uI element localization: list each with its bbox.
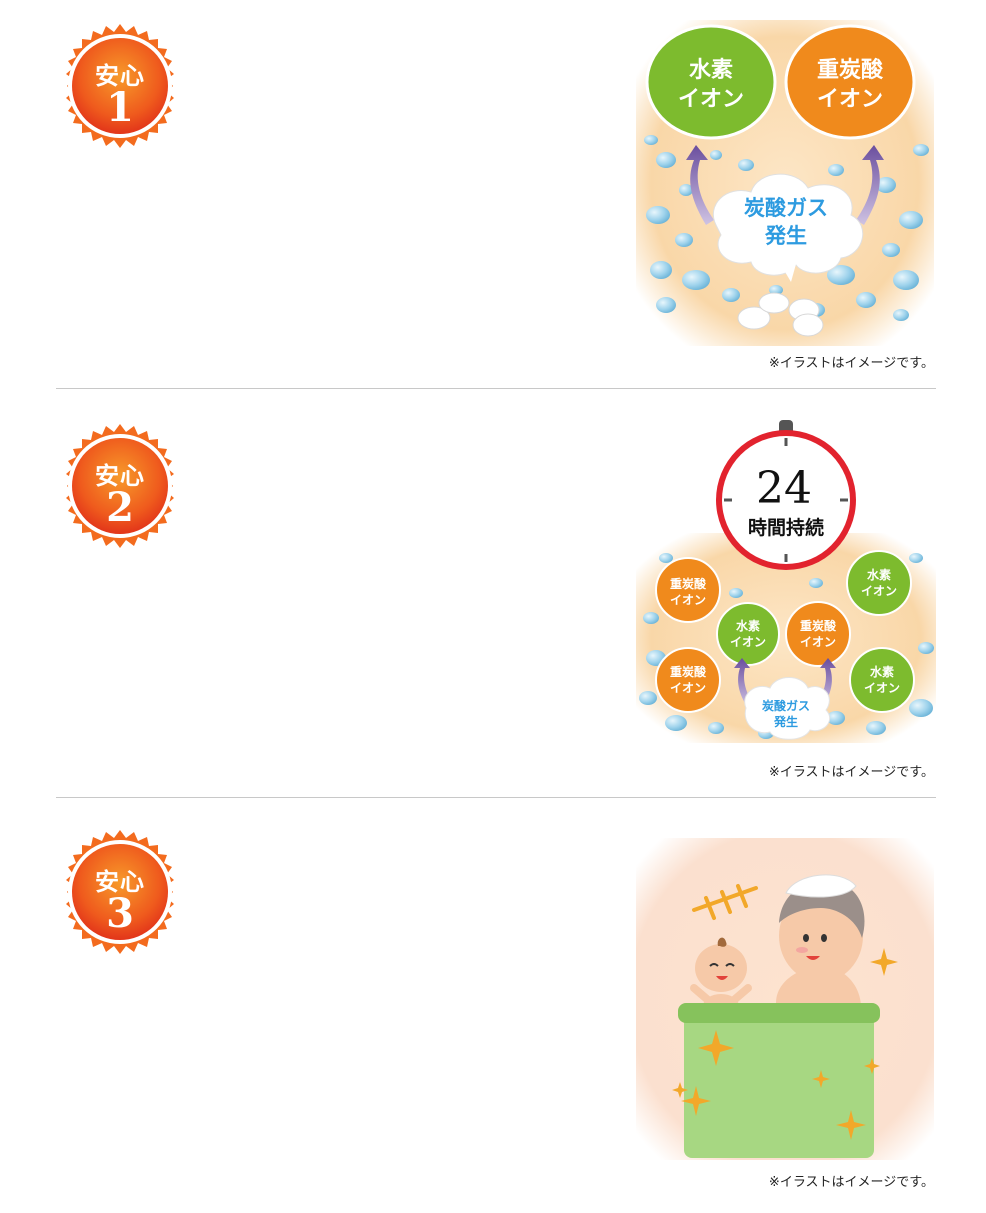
ion-generation-illustration: 炭酸ガス 発生 水素 イオン 重炭酸 イオン	[636, 20, 934, 346]
hydrogen-ion-bubble: 水素 イオン	[645, 24, 777, 140]
svg-text:重炭酸: 重炭酸	[670, 576, 707, 591]
svg-text:重炭酸: 重炭酸	[670, 664, 707, 679]
badge-1: 安心 1	[56, 22, 184, 150]
bicarbonate-ion-bubble: 重炭酸 イオン	[655, 647, 721, 713]
bicarbonate-bubble-line2: イオン	[817, 87, 883, 112]
cloud-text-line1: 炭酸ガス	[744, 196, 828, 220]
bicarbonate-ion-bubble: 重炭酸 イオン	[655, 557, 721, 623]
feature-section-1: 安心 1 炭酸ガス 発生 水素 イオン 重炭酸 イオン ※イラストはイメージです…	[0, 0, 986, 390]
hydrogen-bubble-line1: 水素	[689, 57, 733, 83]
timer-icon: 24 時間持続	[716, 420, 856, 570]
illustration-caption: ※イラストはイメージです。	[768, 356, 934, 371]
bicarbonate-bubble-line1: 重炭酸	[817, 57, 884, 83]
cloud-text-line2: 発生	[764, 224, 807, 248]
svg-text:イオン: イオン	[861, 584, 897, 598]
badge-number: 2	[106, 484, 134, 531]
hydrogen-ion-bubble: 水素 イオン	[846, 550, 912, 616]
hydrogen-ion-bubble: 水素 イオン	[716, 602, 780, 666]
svg-text:イオン: イオン	[670, 681, 706, 695]
illustration-caption: ※イラストはイメージです。	[768, 1175, 934, 1190]
bicarbonate-ion-bubble: 重炭酸 イオン	[785, 601, 851, 667]
badge-number: 1	[106, 84, 134, 131]
svg-text:水素: 水素	[736, 618, 760, 633]
cloud-text-line1: 炭酸ガス	[762, 698, 810, 713]
svg-text:イオン: イオン	[864, 681, 900, 695]
feature-section-2: 安心 2 24 時間持続 重炭酸 イオン 水素 イオン 水素 イオン 重炭酸 イ…	[0, 390, 986, 798]
cloud-text-line2: 発生	[773, 714, 798, 729]
svg-text:重炭酸: 重炭酸	[800, 618, 837, 633]
timer-number: 24	[756, 463, 812, 514]
badge-text: 安心 3	[56, 828, 184, 956]
svg-text:水素: 水素	[867, 567, 891, 582]
family-bath-illustration	[636, 838, 934, 1160]
ion-duration-illustration: 24 時間持続 重炭酸 イオン 水素 イオン 水素 イオン 重炭酸 イオン 重炭…	[636, 420, 936, 743]
svg-text:イオン: イオン	[730, 635, 766, 649]
illustration-caption: ※イラストはイメージです。	[768, 765, 934, 780]
svg-text:水素: 水素	[870, 664, 894, 679]
hydrogen-ion-bubble: 水素 イオン	[849, 647, 915, 713]
section-divider	[56, 388, 936, 389]
badge-text: 安心 2	[56, 422, 184, 550]
timer-label: 時間持続	[748, 516, 824, 539]
svg-text:イオン: イオン	[670, 593, 706, 607]
badge-3: 安心 3	[56, 828, 184, 956]
bicarbonate-ion-bubble: 重炭酸 イオン	[784, 24, 916, 140]
hydrogen-bubble-line2: イオン	[678, 87, 744, 112]
svg-text:イオン: イオン	[800, 635, 836, 649]
badge-number: 3	[106, 890, 134, 937]
badge-2: 安心 2	[56, 422, 184, 550]
feature-section-3: 安心 3 ※イラストはイメージです。	[0, 798, 986, 1213]
badge-text: 安心 1	[56, 22, 184, 150]
